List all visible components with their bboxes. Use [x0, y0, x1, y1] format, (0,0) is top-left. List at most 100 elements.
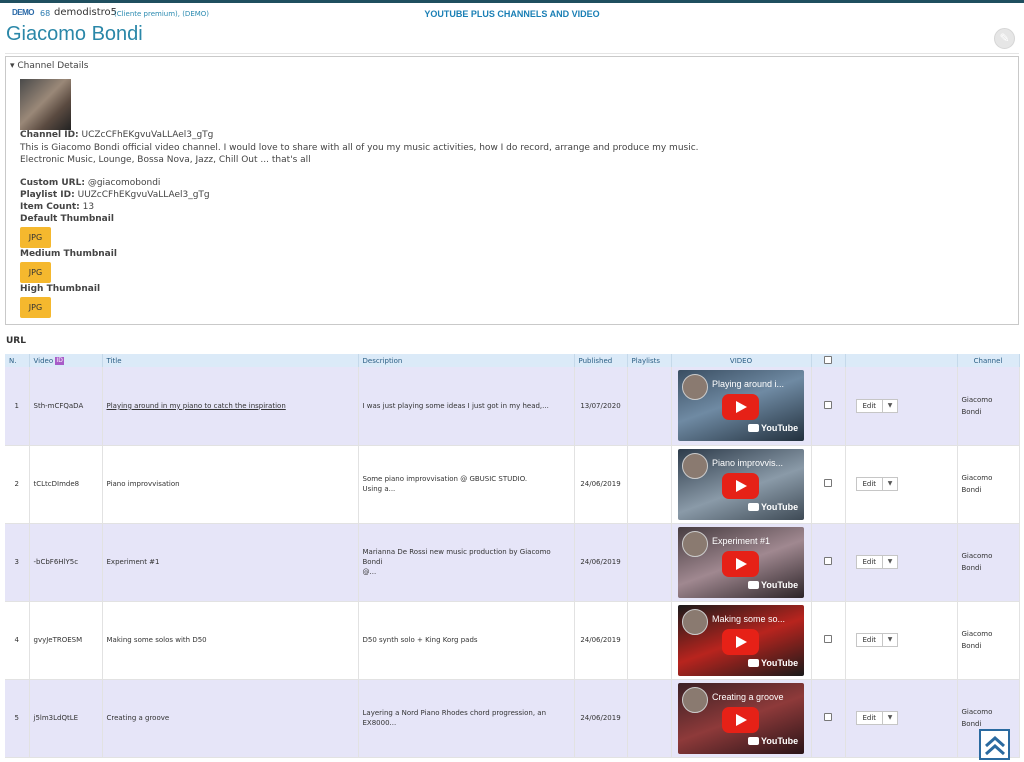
page-title: Giacomo Bondi [6, 23, 143, 45]
row-number: 1 [5, 367, 30, 446]
playlist-id-row: Playlist ID: UUZcCFhEKgvuVaLLAel3_gTg [20, 190, 210, 200]
thumbnail-avatar [682, 374, 708, 401]
video-description: Layering a Nord Piano Rhodes chord progr… [358, 679, 575, 758]
table-row: 5 j5lm3LdQtLE Creating a groove Layering… [5, 679, 1020, 758]
select-all-checkbox[interactable] [824, 355, 832, 364]
playlist-id-label: Playlist ID: [20, 190, 75, 200]
col-header-video[interactable]: Video ID [29, 354, 103, 367]
video-thumbnail[interactable]: Piano improvvis... YouTube [678, 448, 804, 520]
chevron-down-icon[interactable]: ▼ [883, 634, 897, 646]
default-thumbnail-jpg-button[interactable]: JPG [20, 227, 51, 248]
video-description: D50 synth solo + King Korg pads [358, 601, 575, 680]
channel-link[interactable]: Giacomo Bondi [957, 601, 1020, 680]
play-icon[interactable] [722, 706, 759, 733]
video-id: tCLtcDImde8 [29, 445, 103, 524]
thumbnail-avatar [682, 452, 708, 479]
row-checkbox[interactable] [824, 713, 832, 721]
video-id: Sth-mCFQaDA [29, 367, 103, 446]
double-chevron-up-icon[interactable] [979, 729, 1010, 760]
col-header-description[interactable]: Description [358, 354, 575, 367]
col-header-channel[interactable]: Channel [957, 354, 1020, 367]
chevron-down-icon[interactable]: ▼ [883, 712, 897, 724]
youtube-mini-icon [748, 424, 759, 433]
col-header-video-preview: VIDEO [671, 354, 812, 367]
channel-link[interactable]: Giacomo Bondi [957, 445, 1020, 524]
video-thumbnail[interactable]: Playing around i... YouTube [678, 370, 804, 442]
channel-description-line1: This is Giacomo Bondi official video cha… [20, 143, 699, 153]
pencil-icon[interactable]: ✎ [994, 28, 1015, 49]
app-title: YOUTUBE PLUS CHANNELS AND VIDEO [424, 9, 600, 19]
video-id: gvyJeTROESM [29, 601, 103, 680]
playlist-id-value: UUZcCFhEKgvuVaLLAel3_gTg [77, 190, 210, 200]
video-id: -bCbF6HlY5c [29, 523, 103, 602]
row-checkbox[interactable] [824, 479, 832, 487]
play-icon[interactable] [722, 628, 759, 655]
video-title-link[interactable]: Experiment #1 [102, 523, 359, 602]
row-checkbox[interactable] [824, 557, 832, 565]
play-icon[interactable] [722, 550, 759, 577]
channel-avatar [20, 79, 71, 130]
row-actions-cell: Edit ▼ [845, 367, 958, 446]
video-thumbnail[interactable]: Creating a groove YouTube [678, 682, 804, 754]
col-header-published[interactable]: Published [574, 354, 628, 367]
play-icon[interactable] [722, 472, 759, 499]
thumbnail-title: Playing around i... [712, 379, 785, 390]
videos-table: N. Video ID Title Description Published P… [5, 354, 1020, 758]
row-number: 3 [5, 523, 30, 602]
video-thumbnail-cell: Experiment #1 YouTube [671, 523, 812, 602]
video-thumbnail[interactable]: Experiment #1 YouTube [678, 526, 804, 598]
row-select-cell [811, 445, 846, 524]
thumbnail-avatar [682, 686, 708, 713]
published-date: 24/06/2019 [574, 523, 628, 602]
table-row: 2 tCLtcDImde8 Piano improvvisation Some … [5, 445, 1020, 524]
play-icon[interactable] [722, 394, 759, 421]
video-thumbnail-cell: Creating a groove YouTube [671, 679, 812, 758]
edit-button[interactable]: Edit ▼ [855, 398, 899, 413]
playlists-cell [627, 445, 672, 524]
channel-id-label: Channel ID: [20, 130, 79, 140]
chevron-down-icon[interactable]: ▼ [883, 478, 897, 490]
row-number: 5 [5, 679, 30, 758]
col-header-n[interactable]: N. [5, 354, 30, 367]
row-checkbox[interactable] [824, 635, 832, 643]
edit-button[interactable]: Edit ▼ [855, 711, 899, 725]
thumbnail-avatar [682, 530, 708, 557]
channel-link[interactable]: Giacomo Bondi [957, 367, 1020, 446]
edit-button[interactable]: Edit ▼ [855, 477, 899, 491]
channel-details-toggle[interactable]: ▾ Channel Details [10, 61, 88, 71]
chevron-down-icon[interactable]: ▼ [883, 556, 897, 568]
playlists-cell [627, 523, 672, 602]
col-header-playlists[interactable]: Playlists [627, 354, 672, 367]
custom-url-label: Custom URL: [20, 178, 85, 188]
title-divider [5, 53, 1019, 54]
video-title-link[interactable]: Piano improvvisation [102, 445, 359, 524]
video-id: j5lm3LdQtLE [29, 679, 103, 758]
medium-thumbnail-jpg-button[interactable]: JPG [20, 262, 51, 283]
playlists-cell [627, 367, 672, 446]
row-checkbox[interactable] [824, 400, 832, 409]
video-title-link[interactable]: Creating a groove [102, 679, 359, 758]
video-title-link[interactable]: Making some solos with D50 [102, 601, 359, 680]
id-icon: ID [55, 356, 65, 365]
video-description: I was just playing some ideas I just got… [358, 367, 575, 446]
channel-details-panel: ▾ Channel Details Channel ID: UCZcCFhEKg… [5, 56, 1019, 325]
video-title-link[interactable]: Playing around in my piano to catch the … [102, 367, 359, 446]
edit-button-label: Edit [857, 556, 884, 568]
published-date: 24/06/2019 [574, 601, 628, 680]
chevron-down-icon[interactable]: ▼ [883, 400, 897, 412]
row-actions-cell: Edit ▼ [845, 679, 958, 758]
high-thumbnail-label: High Thumbnail [20, 284, 101, 294]
youtube-logo: YouTube [748, 502, 798, 512]
table-row: 4 gvyJeTROESM Making some solos with D50… [5, 601, 1020, 680]
high-thumbnail-jpg-button[interactable]: JPG [20, 297, 51, 318]
video-thumbnail[interactable]: Making some so... YouTube [678, 604, 804, 676]
channel-link[interactable]: Giacomo Bondi [957, 523, 1020, 602]
thumbnail-avatar [682, 608, 708, 635]
playlists-cell [627, 601, 672, 680]
row-actions-cell: Edit ▼ [845, 523, 958, 602]
table-row: 3 -bCbF6HlY5c Experiment #1 Marianna De … [5, 523, 1020, 602]
col-header-title[interactable]: Title [102, 354, 359, 367]
edit-button[interactable]: Edit ▼ [855, 555, 899, 569]
edit-button[interactable]: Edit ▼ [855, 633, 899, 647]
row-select-cell [811, 523, 846, 602]
